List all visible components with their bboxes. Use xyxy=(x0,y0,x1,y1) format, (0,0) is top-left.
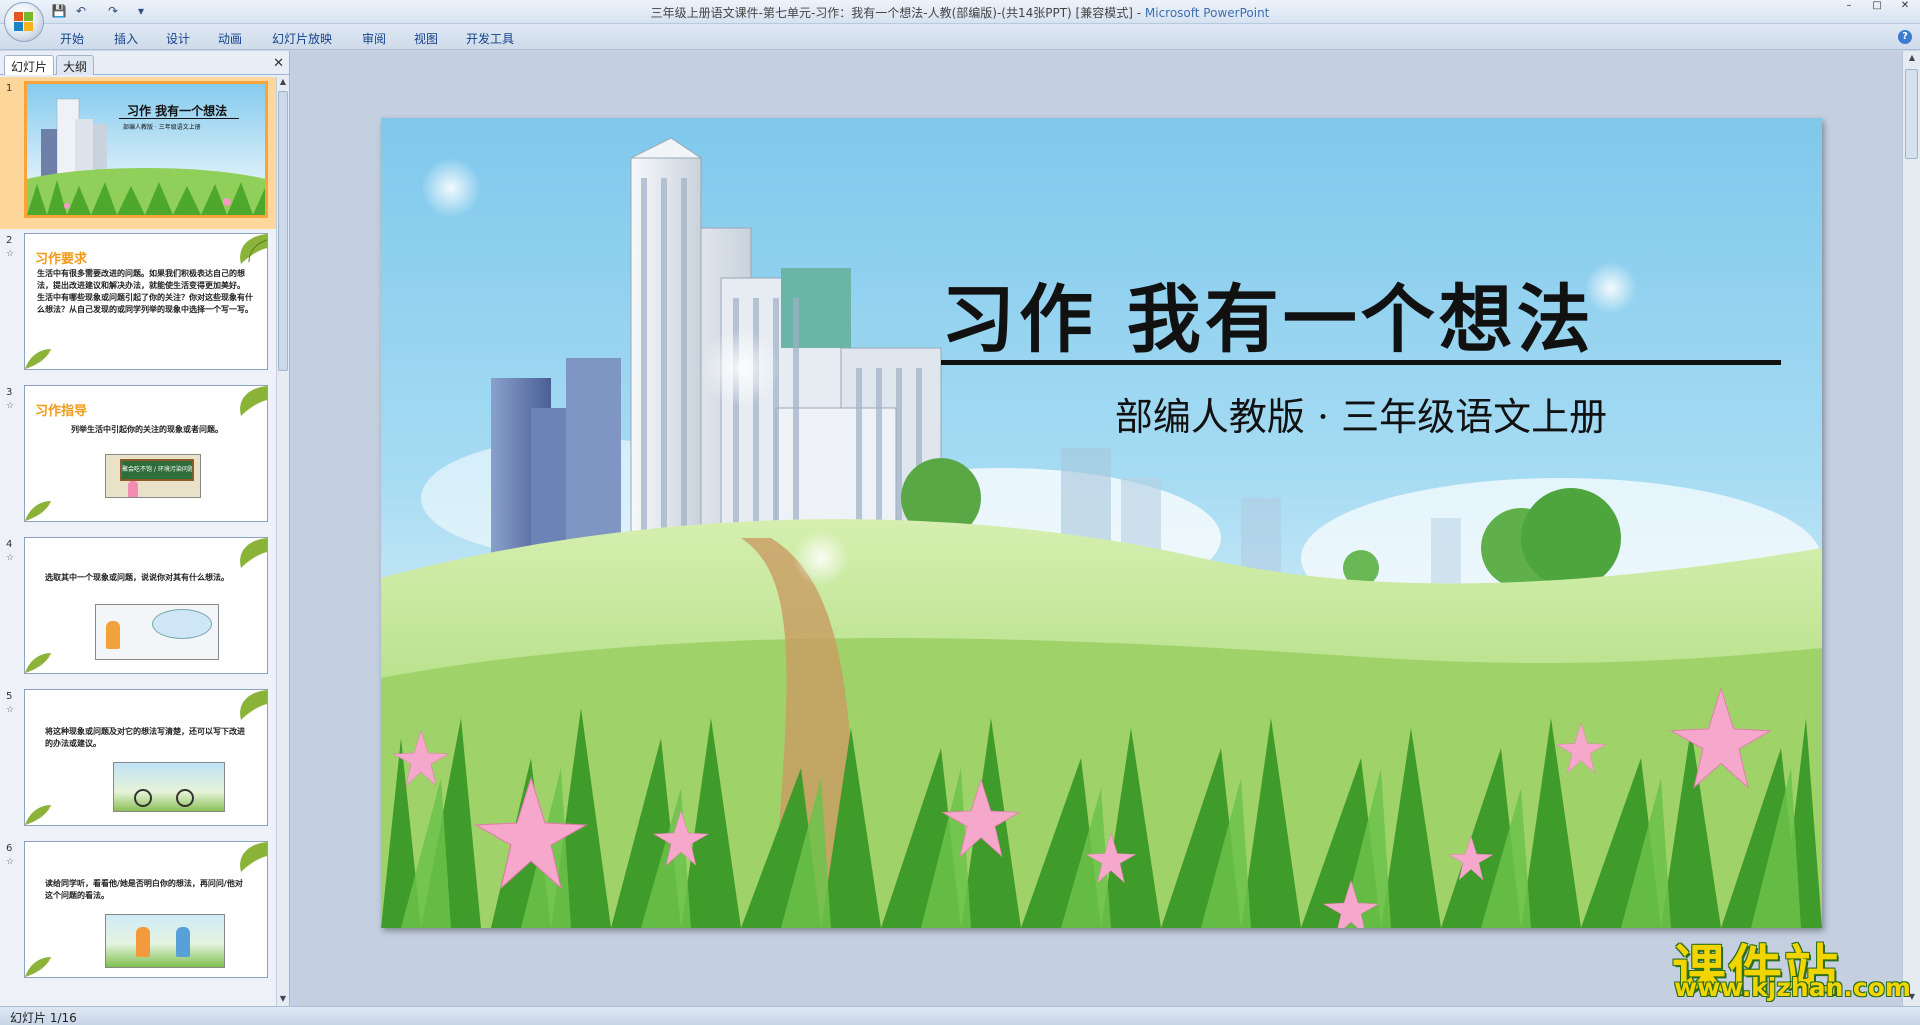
tab-outline[interactable]: 大纲 xyxy=(56,55,95,75)
thumb-picture xyxy=(113,762,225,812)
thumb-body: 生活中有很多需要改进的问题。如果我们积极表达自己的想法，提出改进建议和解决办法，… xyxy=(37,269,253,314)
bicycle-icon xyxy=(176,789,194,807)
leaf-corner-icon xyxy=(240,690,267,720)
slide-thumbnail-6[interactable]: 6 ☆ 读给同学听，看看他/她是否明白你的想法，再问问/他对这个问题的看法。 xyxy=(0,837,276,989)
slide-number: 1 xyxy=(6,83,13,94)
slide-preview: 习作要求 生活中有很多需要改进的问题。如果我们积极表达自己的想法，提出改进建议和… xyxy=(24,233,268,370)
thumb-title: 习作要求 xyxy=(35,252,88,267)
tab-home[interactable]: 开始 xyxy=(60,30,84,47)
bicycle-icon xyxy=(134,789,152,807)
transition-star-icon: ☆ xyxy=(6,705,15,715)
leaf-corner-icon xyxy=(240,538,267,568)
slide-title[interactable]: 习作 我有一个想法 xyxy=(941,260,1591,367)
thumb-picture xyxy=(105,914,225,968)
thumb-title: 习作指导 xyxy=(35,404,88,419)
tab-insert[interactable]: 插入 xyxy=(114,30,138,47)
thumb-title: 习作 我有一个想法 xyxy=(127,104,228,118)
thumb-picture: 聚会吃不饱 / 环境污染问题 xyxy=(105,454,201,498)
child-figure-icon xyxy=(176,927,190,957)
close-window-button[interactable]: ✕ xyxy=(1894,0,1916,12)
status-bar: 幻灯片 1/16 xyxy=(0,1006,1920,1025)
tab-animation[interactable]: 动画 xyxy=(218,30,242,47)
title-underline xyxy=(941,360,1781,365)
leaf-corner-icon xyxy=(25,501,51,521)
slide-number: 5 xyxy=(6,691,13,702)
leaf-corner-icon xyxy=(240,842,267,872)
slide-number: 2 xyxy=(6,235,13,246)
pane-scroll-thumb[interactable] xyxy=(278,91,288,371)
leaf-corner-icon xyxy=(240,234,267,264)
thumbnail-list: 1 习作 我有一个想法 部编人教版 · 三年级语文上册 2 ☆ 习作要求 生活中… xyxy=(0,77,276,1006)
transition-star-icon: ☆ xyxy=(6,553,15,563)
tab-view[interactable]: 视图 xyxy=(414,30,438,47)
slide-thumbnail-1[interactable]: 1 习作 我有一个想法 部编人教版 · 三年级语文上册 xyxy=(0,77,276,229)
transition-star-icon: ☆ xyxy=(6,249,15,259)
slide-canvas[interactable]: 习作 我有一个想法 部编人教版 · 三年级语文上册 xyxy=(381,118,1822,928)
thumb-body: 选取其中一个现象或问题，说说你对其有什么想法。 xyxy=(45,573,229,582)
slide-preview: 将这种现象或问题及对它的想法写清楚，还可以写下改进的办法或建议。 xyxy=(24,689,268,826)
tab-slideshow[interactable]: 幻灯片放映 xyxy=(272,30,332,47)
thumb-body: 读给同学听，看看他/她是否明白你的想法，再问问/他对这个问题的看法。 xyxy=(45,879,243,900)
leaf-corner-icon xyxy=(25,653,51,673)
scroll-down-icon[interactable]: ▼ xyxy=(277,994,289,1006)
slide-subtitle[interactable]: 部编人教版 · 三年级语文上册 xyxy=(941,386,1781,441)
slide-number: 3 xyxy=(6,387,13,398)
thumb-picture xyxy=(95,604,219,660)
slide-preview: 选取其中一个现象或问题，说说你对其有什么想法。 xyxy=(24,537,268,674)
office-logo-icon xyxy=(14,12,34,32)
tab-slides[interactable]: 幻灯片 xyxy=(4,55,55,75)
title-bar: 💾 ↶ ↷ ▾ 三年级上册语文课件-第七单元-习作：我有一个想法-人教(部编版)… xyxy=(0,0,1920,24)
window-title: 三年级上册语文课件-第七单元-习作：我有一个想法-人教(部编版)-(共14张PP… xyxy=(0,4,1920,21)
leaf-corner-icon xyxy=(25,957,51,977)
slides-pane: 幻灯片 大纲 ✕ 1 习作 我有一个想法 部编人教版 · 三年级语文上册 2 ☆… xyxy=(0,51,290,1006)
child-figure-icon xyxy=(136,927,150,957)
ribbon-tabs: 开始 插入 设计 动画 幻灯片放映 审阅 视图 开发工具 ? xyxy=(0,24,1920,50)
help-icon[interactable]: ? xyxy=(1898,30,1912,44)
slide-thumbnail-2[interactable]: 2 ☆ 习作要求 生活中有很多需要改进的问题。如果我们积极表达自己的想法，提出改… xyxy=(0,229,276,381)
tab-design[interactable]: 设计 xyxy=(166,30,190,47)
slide-preview: 习作 我有一个想法 部编人教版 · 三年级语文上册 xyxy=(24,81,268,218)
close-pane-icon[interactable]: ✕ xyxy=(273,56,284,71)
scroll-up-icon[interactable]: ▲ xyxy=(1906,53,1918,65)
slide-thumbnail-4[interactable]: 4 ☆ 选取其中一个现象或问题，说说你对其有什么想法。 xyxy=(0,533,276,685)
thumb-subtitle: 部编人教版 · 三年级语文上册 xyxy=(123,124,201,131)
leaf-corner-icon xyxy=(240,386,267,416)
office-button[interactable] xyxy=(4,2,44,42)
maximize-button[interactable]: □ xyxy=(1866,0,1888,12)
girl-figure-icon xyxy=(128,481,138,497)
document-title: 三年级上册语文课件-第七单元-习作：我有一个想法-人教(部编版)-(共14张PP… xyxy=(650,6,1145,20)
child-figure-icon xyxy=(106,621,120,649)
thumb-body: 列举生活中引起你的关注的现象或者问题。 xyxy=(71,425,223,434)
pane-tab-strip: 幻灯片 大纲 ✕ xyxy=(0,53,290,75)
slide-preview: 读给同学听，看看他/她是否明白你的想法，再问问/他对这个问题的看法。 xyxy=(24,841,268,978)
leaf-corner-icon xyxy=(25,805,51,825)
thought-bubble-icon xyxy=(152,609,212,639)
editor-scroll-thumb[interactable] xyxy=(1905,69,1918,159)
slide-thumbnail-5[interactable]: 5 ☆ 将这种现象或问题及对它的想法写清楚，还可以写下改进的办法或建议。 xyxy=(0,685,276,837)
scroll-up-icon[interactable]: ▲ xyxy=(277,77,289,89)
slide-thumbnail-3[interactable]: 3 ☆ 习作指导 列举生活中引起你的关注的现象或者问题。 聚会吃不饱 / 环境污… xyxy=(0,381,276,533)
thumb-body: 将这种现象或问题及对它的想法写清楚，还可以写下改进的办法或建议。 xyxy=(45,727,245,748)
slide-number: 4 xyxy=(6,539,13,550)
transition-star-icon: ☆ xyxy=(6,857,15,867)
tab-review[interactable]: 审阅 xyxy=(362,30,386,47)
slide-preview: 习作指导 列举生活中引起你的关注的现象或者问题。 聚会吃不饱 / 环境污染问题 xyxy=(24,385,268,522)
watermark-url: www.kjzhan.com xyxy=(1674,973,1911,1002)
transition-star-icon: ☆ xyxy=(6,401,15,411)
minimize-button[interactable]: – xyxy=(1838,0,1860,12)
leaf-corner-icon xyxy=(25,349,51,369)
tab-developer[interactable]: 开发工具 xyxy=(466,30,514,47)
editor-scrollbar[interactable]: ▲ ▼ xyxy=(1902,51,1920,1006)
blackboard-text: 聚会吃不饱 / 环境污染问题 xyxy=(120,459,194,481)
thumb-rule xyxy=(119,118,239,119)
city-meadow-illustration xyxy=(381,137,1822,928)
pane-scrollbar[interactable]: ▲ ▼ xyxy=(276,77,289,1006)
slide-counter: 幻灯片 1/16 xyxy=(10,1011,77,1025)
slide-number: 6 xyxy=(6,843,13,854)
app-name: Microsoft PowerPoint xyxy=(1144,6,1270,20)
